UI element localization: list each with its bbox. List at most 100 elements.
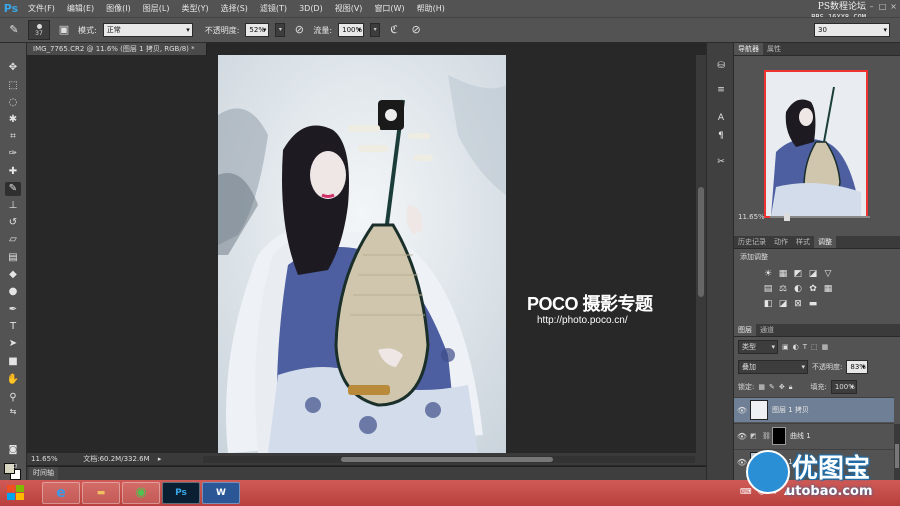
filter-adjustment-icon[interactable]: ◐ xyxy=(793,343,799,351)
opacity-dropdown-button[interactable]: ▾ xyxy=(275,23,286,37)
brush-tool-icon[interactable]: ✎ xyxy=(6,22,22,38)
curves-icon[interactable]: ◩ xyxy=(792,268,804,280)
layer-row[interactable]: 👁︎ ◩ ⛓︎ 曲线 1 xyxy=(734,423,894,448)
photo-filter-icon[interactable]: ✿ xyxy=(807,283,819,295)
crop-tool-icon[interactable]: ⌗ xyxy=(5,130,21,144)
lock-pixels-icon[interactable]: ✎ xyxy=(769,383,775,391)
tab-adjustments[interactable]: 调整 xyxy=(814,236,836,248)
pressure-size-icon[interactable]: ⊘ xyxy=(408,22,424,38)
swap-colors-icon[interactable]: ⇆ xyxy=(5,405,21,419)
posterize-icon[interactable]: ◪ xyxy=(777,298,789,310)
photoshop-taskbar-icon[interactable]: Ps xyxy=(162,482,200,504)
layer-mask-thumbnail[interactable] xyxy=(772,427,786,445)
filter-smart-object-icon[interactable]: ▦ xyxy=(822,343,829,351)
hand-tool-icon[interactable]: ✋ xyxy=(5,373,21,387)
vertical-scrollbar[interactable] xyxy=(696,55,706,453)
restore-icon[interactable]: □ xyxy=(878,2,887,11)
history-brush-tool-icon[interactable]: ↺ xyxy=(5,216,21,230)
blur-tool-icon[interactable]: ◆ xyxy=(5,268,21,282)
gradient-tool-icon[interactable]: ▤ xyxy=(5,251,21,265)
navigator-zoom-value[interactable]: 11.65% xyxy=(738,213,765,221)
status-arrow-icon[interactable]: ▸ xyxy=(158,455,162,463)
zoom-tool-icon[interactable]: ⚲ xyxy=(5,391,21,405)
document-tab[interactable]: IMG_7765.CR2 @ 11.6% (图层 1 拷贝, RGB/8) * … xyxy=(27,43,207,65)
hue-saturation-icon[interactable]: ▤ xyxy=(762,283,774,295)
menu-edit[interactable]: 编辑(E) xyxy=(61,0,100,17)
tab-navigator[interactable]: 导航器 xyxy=(734,43,763,55)
move-tool-icon[interactable]: ✥ xyxy=(5,61,21,75)
tab-channels[interactable]: 通道 xyxy=(756,324,778,336)
brush-preset-picker[interactable]: 37 xyxy=(28,20,50,40)
tool-presets-icon[interactable]: ✂ xyxy=(713,155,729,169)
menu-help[interactable]: 帮助(H) xyxy=(411,0,451,17)
magic-wand-tool-icon[interactable]: ✱ xyxy=(5,113,21,127)
screen-mode-icon[interactable]: ▭ xyxy=(5,459,21,473)
menu-type[interactable]: 类型(Y) xyxy=(175,0,214,17)
horizontal-scrollbar[interactable] xyxy=(203,456,695,463)
pen-tool-icon[interactable]: ✒ xyxy=(5,303,21,317)
internet-explorer-icon[interactable]: e xyxy=(42,482,80,504)
menu-view[interactable]: 视图(V) xyxy=(329,0,369,17)
paragraph-panel-icon[interactable]: ¶ xyxy=(713,129,729,143)
airbrush-icon[interactable]: ℭ xyxy=(386,22,402,38)
flow-input[interactable]: 100% xyxy=(338,23,365,37)
eyedropper-tool-icon[interactable]: ✑ xyxy=(5,147,21,161)
status-zoom[interactable]: 11.65% xyxy=(31,453,81,465)
menu-image[interactable]: 图像(I) xyxy=(100,0,137,17)
close-icon[interactable]: × xyxy=(889,2,898,11)
dodge-tool-icon[interactable]: ● xyxy=(5,285,21,299)
lock-position-icon[interactable]: ✥ xyxy=(779,383,785,391)
start-button[interactable] xyxy=(6,484,26,502)
pressure-opacity-icon[interactable]: ⊘ xyxy=(291,22,307,38)
browser-360-icon[interactable]: ◉ xyxy=(122,482,160,504)
quick-mask-icon[interactable]: ◙ xyxy=(5,443,21,457)
shape-tool-icon[interactable]: ■ xyxy=(5,355,21,369)
actions-panel-icon[interactable]: ≡ xyxy=(713,83,729,97)
timeline-tab[interactable]: 时间轴 xyxy=(29,467,58,480)
eraser-tool-icon[interactable]: ▱ xyxy=(5,233,21,247)
invert-icon[interactable]: ◧ xyxy=(762,298,774,310)
visibility-eye-icon[interactable]: 👁︎ xyxy=(734,432,750,441)
character-panel-icon[interactable]: A xyxy=(713,111,729,125)
black-white-icon[interactable]: ◐ xyxy=(792,283,804,295)
levels-icon[interactable]: ▦ xyxy=(777,268,789,280)
navigator-preview[interactable] xyxy=(764,70,868,218)
fill-input[interactable]: 100% xyxy=(830,380,857,394)
brush-tool-icon[interactable]: ✎ xyxy=(5,182,21,196)
minimize-icon[interactable]: – xyxy=(867,2,876,11)
brush-panel-icon[interactable]: ▣ xyxy=(56,22,72,38)
vibrance-icon[interactable]: ▽ xyxy=(822,268,834,280)
layer-kind-filter[interactable]: 类型 xyxy=(738,340,778,354)
file-explorer-icon[interactable]: ▬ xyxy=(82,482,120,504)
clone-stamp-tool-icon[interactable]: ⊥ xyxy=(5,199,21,213)
marquee-tool-icon[interactable]: ⬚ xyxy=(5,79,21,93)
threshold-icon[interactable]: ⊠ xyxy=(792,298,804,310)
filter-shape-icon[interactable]: ⬚ xyxy=(811,343,818,351)
color-balance-icon[interactable]: ⚖ xyxy=(777,283,789,295)
layer-opacity-input[interactable]: 83% xyxy=(846,360,869,374)
exposure-icon[interactable]: ◪ xyxy=(807,268,819,280)
healing-brush-tool-icon[interactable]: ✚ xyxy=(5,165,21,179)
filter-type-icon[interactable]: T xyxy=(803,343,807,351)
lasso-tool-icon[interactable]: ◌ xyxy=(5,96,21,110)
opacity-input[interactable]: 52% xyxy=(245,23,270,37)
canvas-area[interactable]: POCO 摄影专题 http://photo.poco.cn/ xyxy=(27,55,706,453)
horizontal-scrollbar-thumb[interactable] xyxy=(341,457,553,462)
flow-dropdown-button[interactable]: ▾ xyxy=(370,23,381,37)
menu-3d[interactable]: 3D(D) xyxy=(293,0,329,17)
history-panel-icon[interactable]: ⛁ xyxy=(713,59,729,73)
brightness-contrast-icon[interactable]: ☀ xyxy=(762,268,774,280)
menu-layer[interactable]: 图层(L) xyxy=(137,0,176,17)
tab-actions[interactable]: 动作 xyxy=(770,236,792,248)
tab-styles[interactable]: 样式 xyxy=(792,236,814,248)
menu-filter[interactable]: 滤镜(T) xyxy=(254,0,293,17)
lock-all-icon[interactable]: 🔒︎ xyxy=(789,383,793,392)
gradient-map-icon[interactable]: ▬ xyxy=(807,298,819,310)
menu-select[interactable]: 选择(S) xyxy=(215,0,254,17)
lock-transparency-icon[interactable]: ▦ xyxy=(758,383,765,391)
layer-row[interactable]: 👁︎ 图层 1 拷贝 xyxy=(734,397,894,422)
workspace-select[interactable]: 30 xyxy=(814,23,890,37)
tab-history[interactable]: 历史记录 xyxy=(734,236,770,248)
vertical-scrollbar-thumb[interactable] xyxy=(698,187,704,297)
blend-mode-select[interactable]: 叠加 xyxy=(738,360,808,374)
